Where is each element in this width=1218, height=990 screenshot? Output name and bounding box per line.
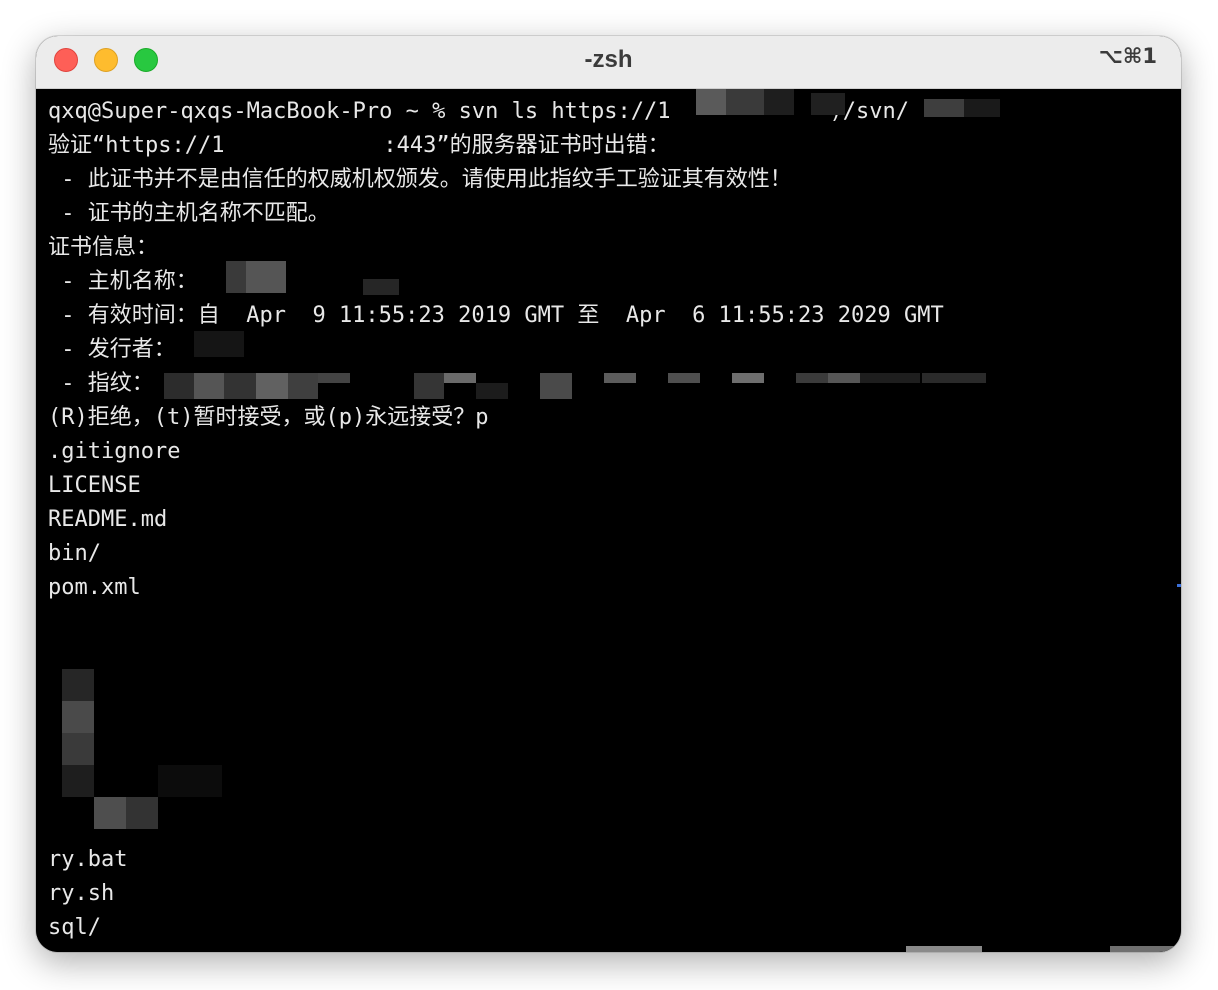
redacted-fingerprint: [288, 373, 318, 399]
output-line: - 有效时间：自 Apr 9 11:55:23 2019 GMT 至 Apr 6…: [48, 303, 944, 328]
output-line: - 证书的主机名称不匹配。: [48, 201, 330, 226]
file-entry: bin/: [48, 541, 101, 566]
redacted-url: [764, 89, 794, 115]
redacted-fingerprint: [540, 373, 572, 399]
redacted-files: [62, 701, 94, 733]
redacted-strip: [906, 946, 982, 952]
redacted-files: [94, 797, 126, 829]
output-line: 验证“https://1 :443”的服务器证书时出错：: [48, 133, 670, 158]
redacted-fingerprint: [414, 373, 444, 399]
file-entry: LICENSE: [48, 473, 141, 498]
file-entry: ry.sh: [48, 881, 115, 906]
redacted-host: [363, 279, 399, 295]
redacted-files: [126, 797, 158, 829]
redacted-fingerprint: [318, 373, 350, 383]
window-shortcut: ⌥⌘1: [1098, 44, 1157, 68]
scroll-indicator: [1177, 584, 1181, 587]
redacted-url: [726, 89, 764, 115]
redacted-files: [62, 765, 94, 797]
output-line: - 指纹：: [48, 371, 154, 396]
output-line: - 此证书并不是由信任的权威机权颁发。请使用此指纹手工验证其有效性！: [48, 167, 792, 192]
output-line: - 发行者：: [48, 337, 176, 362]
redacted-files: [158, 765, 222, 797]
redacted-url: [964, 99, 1000, 117]
redacted-fingerprint: [224, 373, 256, 399]
redacted-fingerprint: [444, 373, 476, 383]
redacted-url: [811, 93, 845, 115]
redacted-fingerprint: [164, 373, 194, 399]
output-line: (R)拒绝，(t)暂时接受，或(p)永远接受？p: [48, 405, 489, 430]
redacted-url: [696, 89, 726, 115]
redacted-fingerprint: [828, 373, 860, 383]
window-title: -zsh: [584, 46, 633, 73]
file-entry: README.md: [48, 507, 168, 532]
redacted-issuer: [194, 331, 244, 357]
file-entry: pom.xml: [48, 575, 141, 600]
redacted-fingerprint: [922, 373, 986, 383]
file-entry: ry.bat: [48, 847, 128, 872]
redacted-fingerprint: [476, 383, 508, 399]
title-bar[interactable]: -zsh ⌥⌘1: [36, 36, 1181, 89]
redacted-fingerprint: [796, 373, 828, 383]
redacted-files: [62, 733, 94, 765]
redacted-fingerprint: [860, 373, 920, 383]
output-line: - 主机名称：: [48, 269, 198, 294]
output-line: 证书信息：: [48, 235, 159, 260]
redacted-fingerprint: [194, 373, 224, 399]
file-entry: .gitignore: [48, 439, 181, 464]
redacted-files: [62, 669, 94, 701]
redacted-fingerprint: [732, 373, 764, 383]
terminal-window: -zsh ⌥⌘1 qxq@Super-qxqs-MacBook-Pro ~ % …: [36, 36, 1181, 952]
redacted-strip: [1110, 946, 1180, 952]
redacted-fingerprint: [604, 373, 636, 383]
redacted-host: [226, 261, 246, 293]
redacted-fingerprint: [256, 373, 288, 399]
redacted-url: [924, 99, 964, 117]
redacted-host: [246, 261, 286, 293]
redacted-fingerprint: [668, 373, 700, 383]
file-entry: sql/: [48, 915, 101, 940]
terminal-output[interactable]: qxq@Super-qxqs-MacBook-Pro ~ % svn ls ht…: [36, 89, 1181, 952]
